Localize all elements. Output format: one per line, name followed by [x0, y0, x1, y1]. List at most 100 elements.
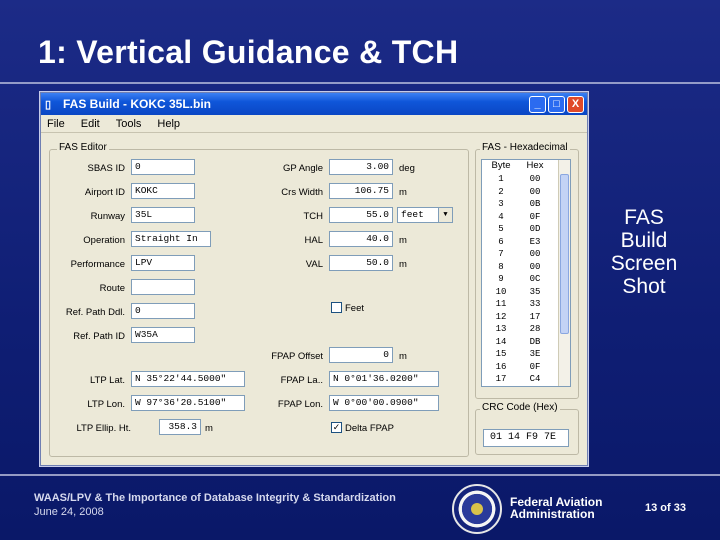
- table-row[interactable]: 3 0B: [482, 198, 570, 211]
- crs-width-label: Crs Width: [281, 187, 323, 198]
- table-row[interactable]: 14 DB: [482, 336, 570, 349]
- airport-id-field[interactable]: KOKC: [131, 183, 195, 199]
- side-note-line-3: Screen: [610, 252, 678, 275]
- table-row[interactable]: 4 0F: [482, 211, 570, 224]
- minimize-button[interactable]: _: [529, 95, 546, 113]
- byte-cell: 15: [495, 349, 507, 359]
- fpap-lon-label: FPAP Lon.: [277, 399, 323, 410]
- byte-cell: 11: [495, 299, 507, 309]
- side-note-line-1: FAS: [624, 206, 664, 229]
- menu-edit[interactable]: Edit: [79, 118, 102, 130]
- hex-rows: 1 00 2 00 3 0B 4 0F 5 0D 6 E3 7 00 8 00 9 0C 10 35 11 33 12 17 1…: [482, 173, 570, 386]
- close-button[interactable]: X: [567, 95, 584, 113]
- footer-text: WAAS/LPV & The Importance of Database In…: [34, 492, 396, 518]
- byte-cell: 10: [495, 286, 507, 297]
- ltp-ellip-unit: m: [205, 423, 213, 434]
- fas-hex-label: FAS - Hexadecimal: [480, 142, 570, 153]
- table-row[interactable]: 8 00: [482, 261, 570, 274]
- byte-cell: 14: [495, 336, 507, 347]
- menu-file[interactable]: File: [45, 118, 67, 130]
- table-row[interactable]: 6 E3: [482, 236, 570, 249]
- byte-cell: 8: [498, 261, 504, 272]
- table-row[interactable]: 5 0D: [482, 223, 570, 236]
- gp-angle-unit: deg: [399, 163, 415, 174]
- hal-field[interactable]: 40.0: [329, 231, 393, 247]
- hal-unit: m: [399, 235, 407, 246]
- footer-title: WAAS/LPV & The Importance of Database In…: [34, 492, 396, 504]
- fpap-lon-field[interactable]: W 0°00'00.0900": [329, 395, 439, 411]
- table-row[interactable]: 7 00: [482, 248, 570, 261]
- tch-field[interactable]: 55.0: [329, 207, 393, 223]
- ltp-lat-label: LTP Lat.: [89, 375, 125, 386]
- byte-cell: 7: [498, 249, 504, 259]
- performance-label: Performance: [70, 259, 125, 270]
- scrollbar-thumb[interactable]: [560, 174, 569, 334]
- ltp-lat-field[interactable]: N 35°22'44.5000": [131, 371, 245, 387]
- ltp-lon-label: LTP Lon.: [87, 399, 125, 410]
- ref-path-id-field[interactable]: W35A: [131, 327, 195, 343]
- window-title: FAS Build - KOKC 35L.bin: [63, 97, 212, 111]
- feet-checkbox[interactable]: [331, 302, 342, 313]
- agency-name: Federal Aviation Administration: [510, 496, 602, 520]
- byte-cell: 13: [495, 324, 507, 334]
- table-row[interactable]: 10 35: [482, 286, 570, 299]
- val-field[interactable]: 50.0: [329, 255, 393, 271]
- byte-cell: 2: [498, 186, 504, 197]
- table-row[interactable]: 13 28: [482, 323, 570, 336]
- hex-cell: 3E: [529, 349, 541, 359]
- route-field[interactable]: [131, 279, 195, 295]
- fpap-lat-field[interactable]: N 0°01'36.0200": [329, 371, 439, 387]
- byte-cell: 4: [498, 211, 504, 222]
- table-row[interactable]: 1 00: [482, 173, 570, 186]
- window-titlebar[interactable]: ▯ FAS Build - KOKC 35L.bin _ □ X: [41, 93, 587, 115]
- menubar: File Edit Tools Help: [41, 115, 587, 133]
- gp-angle-field[interactable]: 3.00: [329, 159, 393, 175]
- tch-unit-select[interactable]: feet ▼: [397, 207, 453, 223]
- ref-path-ddl-field[interactable]: 0: [131, 303, 195, 319]
- gp-angle-label: GP Angle: [283, 163, 323, 174]
- ltp-ellip-field[interactable]: 358.3: [159, 419, 201, 435]
- menu-help[interactable]: Help: [155, 118, 182, 130]
- hex-cell: 0C: [529, 274, 541, 284]
- table-row[interactable]: 15 3E: [482, 348, 570, 361]
- side-note-line-4: Shot: [622, 275, 666, 298]
- hex-table-header: Byte Hex: [482, 160, 570, 173]
- ltp-lon-field[interactable]: W 97°36'20.5100": [131, 395, 245, 411]
- agency-line-2: Administration: [510, 507, 595, 521]
- fas-editor-label: FAS Editor: [57, 142, 109, 153]
- page-number: 13 of 33: [645, 502, 686, 514]
- runway-field[interactable]: 35L: [131, 207, 195, 223]
- byte-cell: 5: [498, 224, 504, 234]
- performance-field[interactable]: LPV: [131, 255, 195, 271]
- operation-field[interactable]: Straight In: [131, 231, 211, 247]
- fas-build-window: ▯ FAS Build - KOKC 35L.bin _ □ X File Ed…: [40, 92, 588, 466]
- hex-cell: E3: [529, 236, 541, 247]
- crc-label: CRC Code (Hex): [480, 402, 560, 413]
- table-row[interactable]: 17 C4: [482, 373, 570, 386]
- hex-cell: C4: [529, 374, 541, 384]
- fpap-offset-unit: m: [399, 351, 407, 362]
- table-row[interactable]: 9 0C: [482, 273, 570, 286]
- chevron-down-icon[interactable]: ▼: [438, 208, 452, 222]
- fpap-lat-label: FPAP La..: [280, 375, 323, 386]
- fpap-offset-label: FPAP Offset: [271, 351, 323, 362]
- side-note: FAS Build Screen Shot: [598, 206, 690, 298]
- sbas-id-field[interactable]: 0: [131, 159, 195, 175]
- table-row[interactable]: 12 17: [482, 311, 570, 324]
- hal-label: HAL: [304, 235, 323, 246]
- maximize-button[interactable]: □: [548, 95, 565, 113]
- ref-path-id-label: Ref. Path ID: [73, 331, 125, 342]
- table-row[interactable]: 2 00: [482, 186, 570, 199]
- faa-seal-icon: [452, 484, 502, 534]
- fpap-offset-field[interactable]: 0: [329, 347, 393, 363]
- table-row[interactable]: 16 0F: [482, 361, 570, 374]
- delta-fpap-checkbox[interactable]: ✓: [331, 422, 342, 433]
- doc-icon: ▯: [45, 98, 52, 111]
- crs-width-field[interactable]: 106.75: [329, 183, 393, 199]
- side-note-line-2: Build: [620, 229, 668, 252]
- table-row[interactable]: 11 33: [482, 298, 570, 311]
- hex-scrollbar[interactable]: [558, 160, 570, 386]
- menu-tools[interactable]: Tools: [114, 118, 144, 130]
- hex-table[interactable]: Byte Hex 1 00 2 00 3 0B 4 0F 5 0D 6 E3 7 00 8 00 9 0C 10 35…: [481, 159, 571, 387]
- tch-unit-value: feet: [401, 209, 424, 220]
